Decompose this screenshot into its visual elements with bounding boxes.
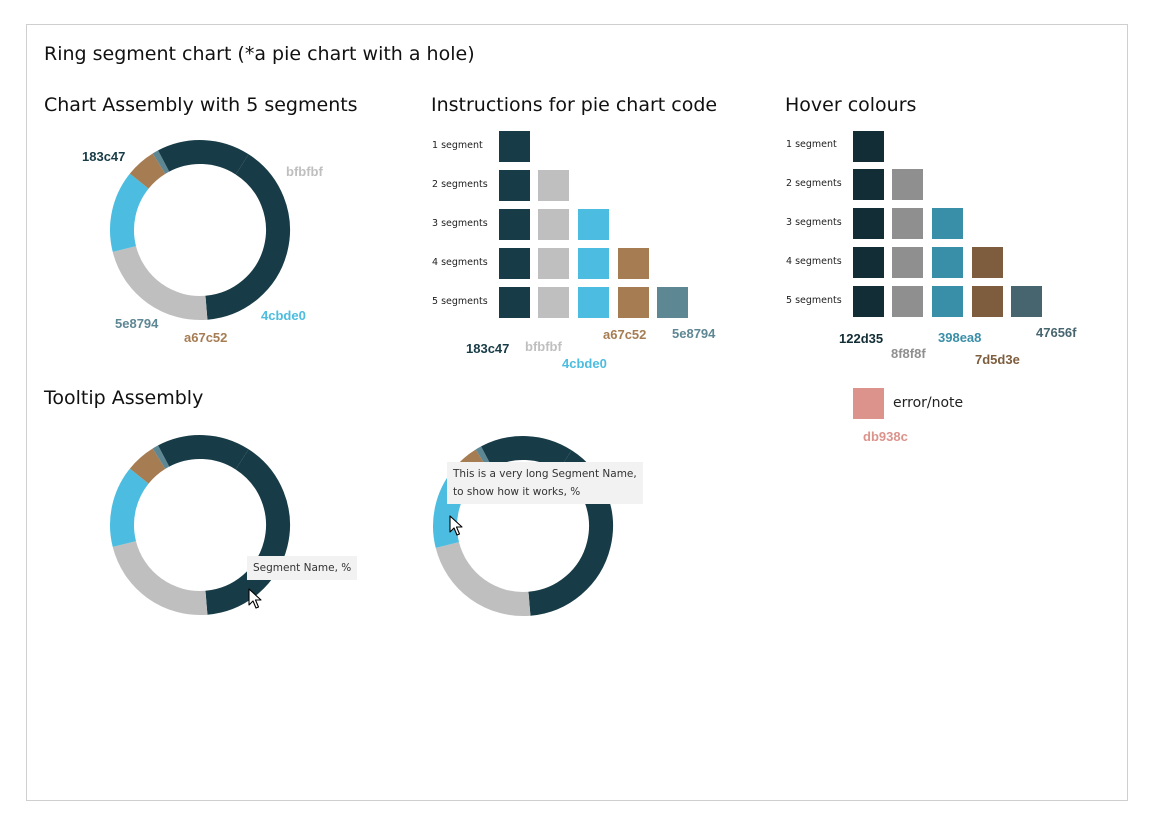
- hover-swatch-8f8f8f: [892, 208, 923, 239]
- swatch-bfbfbf: [538, 287, 569, 318]
- code-label-5e8794: 5e8794: [672, 326, 716, 341]
- swatch-a67c52: [618, 287, 649, 318]
- segment-183c47[interactable]: [205, 449, 290, 615]
- segment-183c47[interactable]: [481, 436, 572, 471]
- segment-5e8794[interactable]: [152, 445, 170, 469]
- hover-swatch-7d5d3e: [972, 286, 1003, 317]
- segment-4cbde0: [110, 173, 149, 252]
- segment-bfbfbf: [112, 245, 208, 320]
- swatch-bfbfbf: [538, 209, 569, 240]
- hover-label-47656f: 47656f: [1036, 325, 1077, 340]
- assembly-label-bfbfbf: bfbfbf: [286, 164, 323, 179]
- segment-183c47[interactable]: [158, 435, 249, 470]
- instructions-row-label: 1 segment: [432, 140, 483, 151]
- swatch-4cbde0: [578, 248, 609, 279]
- segment-183c47: [158, 140, 249, 175]
- hover-swatch-122d35: [853, 169, 884, 200]
- swatch-4cbde0: [578, 287, 609, 318]
- mouse-pointer-icon: [449, 515, 463, 536]
- segment-bfbfbf[interactable]: [435, 541, 531, 616]
- code-label-4cbde0: 4cbde0: [562, 356, 607, 371]
- swatch-183c47: [499, 170, 530, 201]
- assembly-label-a67c52: a67c52: [184, 330, 228, 345]
- hover-swatch-122d35: [853, 247, 884, 278]
- section-title-instructions: Instructions for pie chart code: [431, 94, 718, 116]
- swatch-183c47: [499, 209, 530, 240]
- assembly-label-4cbde0: 4cbde0: [261, 308, 306, 323]
- swatch-bfbfbf: [538, 248, 569, 279]
- hover-swatch-122d35: [853, 131, 884, 162]
- swatch-5e8794: [657, 287, 688, 318]
- hover-swatch-398ea8: [932, 247, 963, 278]
- hover-swatch-47656f: [1011, 286, 1042, 317]
- instructions-row-label: 3 segments: [432, 218, 488, 229]
- hover-row-label: 2 segments: [786, 178, 842, 189]
- hover-label-398ea8: 398ea8: [938, 330, 982, 345]
- hover-swatch-398ea8: [932, 208, 963, 239]
- hover-swatch-8f8f8f: [892, 169, 923, 200]
- segment-183c47: [205, 154, 290, 320]
- hover-swatch-122d35: [853, 208, 884, 239]
- hover-row-label: 5 segments: [786, 295, 842, 306]
- page-title: Ring segment chart (*a pie chart with a …: [44, 43, 475, 65]
- instructions-row-label: 2 segments: [432, 179, 488, 190]
- swatch-4cbde0: [578, 209, 609, 240]
- hover-swatch-8f8f8f: [892, 286, 923, 317]
- tooltip-short: Segment Name, %: [247, 556, 358, 580]
- segment-4cbde0[interactable]: [110, 468, 149, 547]
- segment-5e8794: [152, 150, 170, 174]
- assembly-label-5e8794: 5e8794: [115, 316, 159, 331]
- error-code-label: db938c: [863, 429, 908, 444]
- error-swatch: [853, 388, 884, 419]
- error-note-label: error/note: [893, 395, 964, 411]
- tooltip-long-line1: This is a very long Segment Name,: [453, 468, 637, 480]
- hover-row-label: 4 segments: [786, 256, 842, 267]
- section-title-assembly: Chart Assembly with 5 segments: [44, 94, 358, 116]
- section-title-hover: Hover colours: [785, 94, 917, 116]
- code-label-a67c52: a67c52: [603, 327, 647, 342]
- swatch-183c47: [499, 131, 530, 162]
- segment-a67c52[interactable]: [129, 448, 166, 484]
- instructions-row-label: 5 segments: [432, 296, 488, 307]
- hover-swatch-8f8f8f: [892, 247, 923, 278]
- ring-chart-assembly: [110, 140, 290, 320]
- swatch-183c47: [499, 248, 530, 279]
- mouse-pointer-icon: [248, 588, 262, 609]
- hover-label-7d5d3e: 7d5d3e: [975, 352, 1020, 367]
- swatch-bfbfbf: [538, 170, 569, 201]
- segment-a67c52: [129, 153, 166, 189]
- hover-swatch-122d35: [853, 286, 884, 317]
- tooltip-short-text: Segment Name, %: [253, 562, 352, 574]
- code-label-183c47: 183c47: [466, 341, 510, 356]
- segment-bfbfbf[interactable]: [112, 540, 208, 615]
- segment-5e8794[interactable]: [475, 446, 493, 470]
- hover-label-122d35: 122d35: [839, 331, 884, 346]
- tooltip-long-line2: to show how it works, %: [453, 486, 581, 498]
- hover-row-label: 3 segments: [786, 217, 842, 228]
- tooltip-long: This is a very long Segment Name, to sho…: [447, 462, 643, 504]
- section-title-tooltip: Tooltip Assembly: [44, 387, 204, 409]
- hover-row-label: 1 segment: [786, 139, 837, 150]
- assembly-label-183c47: 183c47: [82, 149, 126, 164]
- hover-swatch-7d5d3e: [972, 247, 1003, 278]
- swatch-183c47: [499, 287, 530, 318]
- code-label-bfbfbf: bfbfbf: [525, 339, 562, 354]
- swatch-a67c52: [618, 248, 649, 279]
- hover-label-8f8f8f: 8f8f8f: [891, 346, 926, 361]
- instructions-row-label: 4 segments: [432, 257, 488, 268]
- hover-swatch-398ea8: [932, 286, 963, 317]
- ring-chart-tooltip-short[interactable]: [100, 425, 300, 625]
